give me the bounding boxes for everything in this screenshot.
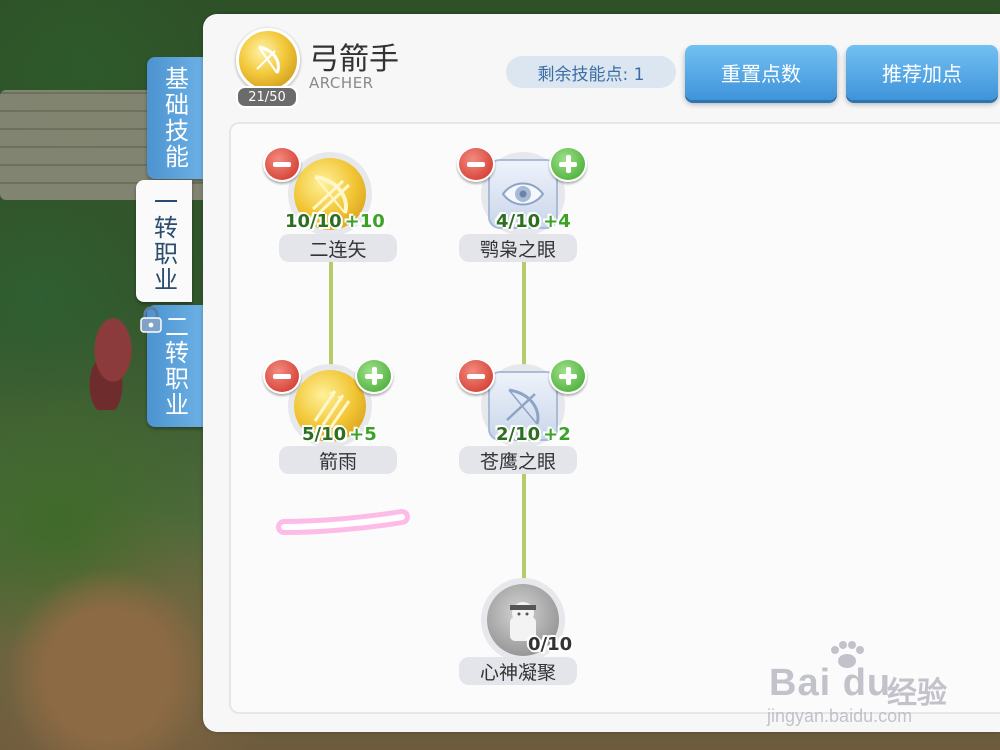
baidu-watermark: Bai du 经验 jingyan.baidu.com xyxy=(765,640,965,730)
tab-label: 一转职业 xyxy=(149,189,178,293)
skill-level: 4/10 +4 xyxy=(496,211,571,232)
reset-points-button[interactable]: 重置点数 xyxy=(685,45,837,100)
tab-basic-skills[interactable]: 基础技能 xyxy=(147,57,203,179)
skill-plus-button[interactable] xyxy=(549,146,587,182)
class-name: 弓箭手 xyxy=(309,42,399,77)
skill-name: 鹗枭之眼 xyxy=(459,234,577,262)
remaining-skill-points: 剩余技能点: 1 xyxy=(506,56,676,88)
skill-level: 0/10 xyxy=(528,634,573,655)
skill-minus-button[interactable] xyxy=(457,146,495,182)
lock-icon xyxy=(140,306,162,333)
background-dirt-path xyxy=(0,560,215,750)
highlight-stroke xyxy=(276,509,410,535)
skill-connector xyxy=(522,262,526,370)
watermark-brand: Bai du xyxy=(769,662,892,704)
bow-icon xyxy=(256,45,280,74)
tab-first-job[interactable]: 一转职业 xyxy=(136,180,192,302)
class-level-badge: 21/50 xyxy=(236,86,298,108)
skill-minus-button[interactable] xyxy=(457,358,495,394)
recommend-points-button[interactable]: 推荐加点 xyxy=(846,45,998,100)
skill-plus-button[interactable] xyxy=(355,358,393,394)
skill-minus-button[interactable] xyxy=(263,146,301,182)
watermark-url: jingyan.baidu.com xyxy=(767,706,913,726)
skill-name: 苍鹰之眼 xyxy=(459,446,577,474)
skill-name: 二连矢 xyxy=(279,234,397,262)
class-emblem xyxy=(236,28,300,92)
skill-connector xyxy=(522,474,526,584)
bow-icon xyxy=(506,388,540,425)
skill-level: 5/10 +5 xyxy=(302,424,377,445)
skill-level: 2/10 +2 xyxy=(496,424,571,445)
skill-name: 心神凝聚 xyxy=(459,657,577,685)
tab-label: 基础技能 xyxy=(160,66,189,170)
class-subtitle: ARCHER xyxy=(309,74,374,92)
skill-plus-button[interactable] xyxy=(549,358,587,394)
skill-level: 10/10 +10 xyxy=(285,211,385,232)
skill-minus-button[interactable] xyxy=(263,358,301,394)
skill-name: 箭雨 xyxy=(279,446,397,474)
skill-connector xyxy=(329,262,333,370)
